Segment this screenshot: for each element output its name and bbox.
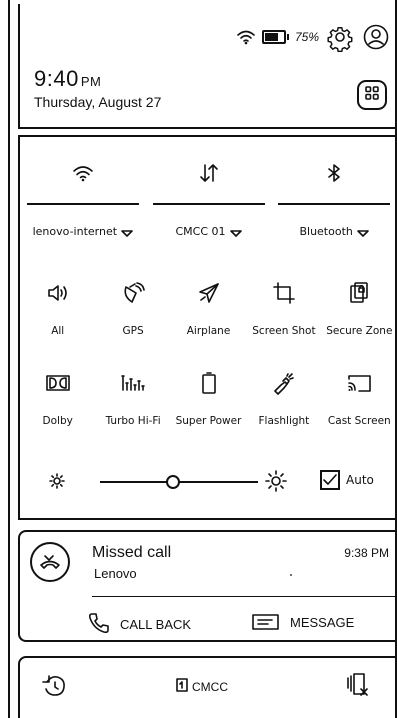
wifi-network-selector[interactable]: lenovo-internet <box>33 225 133 238</box>
gear-icon[interactable] <box>325 22 355 53</box>
time-ampm: PM <box>80 74 102 89</box>
tile-label: Screen Shot <box>252 325 316 337</box>
apps-grid-button[interactable] <box>357 80 387 110</box>
tile-label: All <box>51 325 65 337</box>
time-display: 9:40 PM <box>34 66 161 92</box>
tile-dolby[interactable]: Dolby <box>20 369 95 459</box>
quick-tiles: All GPS Airplane Screen Shot Secure Zone… <box>20 279 397 459</box>
call-back-button[interactable]: CALL BACK <box>88 612 191 637</box>
dolby-icon <box>42 369 74 397</box>
bottom-bar: CMCC <box>18 656 397 718</box>
battery-indicator: 75% <box>261 30 319 44</box>
flashlight-icon <box>268 369 300 397</box>
chevron-down-icon <box>229 228 242 237</box>
brightness-slider[interactable] <box>100 475 258 489</box>
carrier-info: CMCC <box>176 678 228 695</box>
bluetooth-underline <box>278 203 391 205</box>
wifi-icon <box>236 29 256 45</box>
history-icon[interactable] <box>42 674 68 703</box>
status-row: 75% <box>236 22 391 53</box>
data-arrows-icon[interactable] <box>198 159 220 187</box>
tile-sound[interactable]: All <box>20 279 95 369</box>
tile-airplane[interactable]: Airplane <box>171 279 246 369</box>
slider-thumb[interactable] <box>165 475 180 489</box>
battery-icon <box>193 369 225 397</box>
tile-label: Airplane <box>186 325 231 337</box>
tile-label: Secure Zone <box>326 325 393 337</box>
wifi-underline <box>26 203 139 205</box>
tile-label: Super Power <box>175 415 242 427</box>
clock: 9:40 PM Thursday, August 27 <box>34 66 161 110</box>
auto-label: Auto <box>346 473 374 487</box>
notification-header: 75% 9:40 PM Thursday, August 27 <box>18 4 397 129</box>
tile-turbo-hifi[interactable]: Turbo Hi-Fi <box>95 369 170 459</box>
tile-secure-zone[interactable]: Secure Zone <box>322 279 397 369</box>
missed-call-icon <box>30 542 70 582</box>
gps-icon <box>117 279 149 307</box>
brightness-high-icon <box>264 469 288 498</box>
battery-fill <box>264 33 279 41</box>
cast-icon <box>343 369 375 397</box>
battery-tip <box>286 34 289 40</box>
tile-flashlight[interactable]: Flashlight <box>246 369 321 459</box>
secure-zone-icon <box>343 279 375 307</box>
chevron-down-icon <box>357 228 369 237</box>
tile-super-power[interactable]: Super Power <box>171 369 246 459</box>
tile-label: Flashlight <box>258 415 310 427</box>
tile-row-2: Dolby Turbo Hi-Fi Super Power Flashlight… <box>20 369 397 459</box>
notification-caller: Lenovo <box>94 566 137 581</box>
equalizer-icon <box>117 369 149 397</box>
notification-divider <box>92 596 397 597</box>
apps-grid-icon <box>365 85 379 105</box>
missed-call-notification[interactable]: Missed call Lenovo 9:38 PM CALL BACK MES… <box>18 530 397 642</box>
sim-label: CMCC 01 <box>175 225 226 238</box>
crop-icon <box>268 279 300 307</box>
tile-gps[interactable]: GPS <box>95 279 170 369</box>
quick-settings-panel: lenovo-internet CMCC 01 Bluetooth All GP… <box>18 135 397 520</box>
call-back-label: CALL BACK <box>120 617 192 632</box>
tile-label: Dolby <box>42 415 73 427</box>
carrier-name: CMCC <box>192 679 228 694</box>
notification-title: Missed call <box>92 544 172 561</box>
bluetooth-label: Bluetooth <box>299 225 353 238</box>
data-underline <box>152 203 265 205</box>
checkbox[interactable] <box>320 470 340 490</box>
phone-icon <box>88 612 110 637</box>
tile-screenshot[interactable]: Screen Shot <box>246 279 321 369</box>
tile-cast-screen[interactable]: Cast Screen <box>322 369 397 459</box>
time-value: 9:40 <box>34 66 79 91</box>
tile-row-1: All GPS Airplane Screen Shot Secure Zone <box>20 279 397 369</box>
divider-dot <box>290 574 292 576</box>
message-icon <box>252 612 280 633</box>
wifi-icon[interactable] <box>72 159 94 187</box>
connectivity-row: lenovo-internet CMCC 01 Bluetooth <box>20 159 397 238</box>
auto-brightness-toggle[interactable]: Auto <box>320 470 374 490</box>
brightness-control: Auto <box>20 467 397 497</box>
speaker-icon <box>42 279 74 307</box>
sim-selector[interactable]: CMCC 01 <box>175 225 242 238</box>
message-label: MESSAGE <box>290 615 355 630</box>
battery-icon <box>261 30 286 44</box>
tile-label: Turbo Hi-Fi <box>105 415 161 427</box>
bluetooth-icon[interactable] <box>327 159 341 187</box>
bluetooth-selector[interactable]: Bluetooth <box>299 225 369 238</box>
sim-card-icon <box>176 678 188 695</box>
bluetooth-toggle[interactable]: Bluetooth <box>271 159 397 238</box>
message-button[interactable]: MESSAGE <box>252 612 354 633</box>
user-profile-icon[interactable] <box>361 22 391 52</box>
wifi-toggle[interactable]: lenovo-internet <box>20 159 146 238</box>
chevron-down-icon <box>121 228 133 237</box>
battery-percentage: 75% <box>294 30 319 44</box>
frame-left-border <box>8 0 10 718</box>
clear-all-icon[interactable] <box>346 672 370 703</box>
airplane-icon <box>193 279 225 307</box>
date-display: Thursday, August 27 <box>34 94 162 110</box>
mobile-data-toggle[interactable]: CMCC 01 <box>146 159 272 238</box>
brightness-low-icon <box>47 471 67 496</box>
wifi-network-label: lenovo-internet <box>32 225 118 238</box>
tile-label: GPS <box>122 325 144 337</box>
tile-label: Cast Screen <box>327 415 391 427</box>
notification-time: 9:38 PM <box>344 546 389 560</box>
